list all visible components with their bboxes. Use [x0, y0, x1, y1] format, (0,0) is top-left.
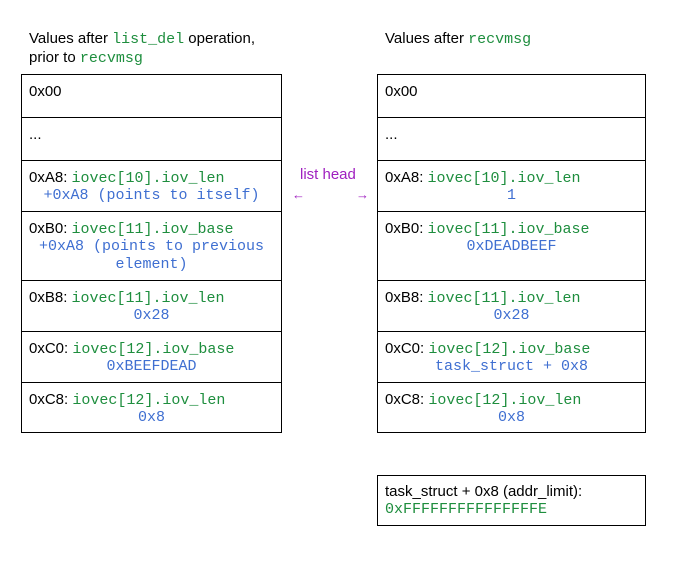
memory-row: 0xA8: iovec[10].iov_len +0xA8 (points to…	[22, 160, 281, 212]
memory-row: 0xC8: iovec[12].iov_len 0x8	[378, 382, 645, 432]
row-address: 0xC8:	[29, 391, 73, 408]
row-value: 1	[506, 187, 516, 204]
row-field: iovec[12].iov_len	[428, 392, 582, 409]
row-value: task_struct + 0x8	[434, 358, 589, 375]
memory-row: 0xB0: iovec[11].iov_base +0xA8 (points t…	[22, 211, 281, 281]
row-address: 0xC0:	[385, 340, 429, 357]
memory-row: ...	[22, 117, 281, 160]
row-field: iovec[11].iov_base	[71, 221, 234, 238]
memory-row: ...	[378, 117, 645, 160]
heading-left-code: list_del	[112, 31, 185, 48]
row-address: ...	[29, 126, 42, 143]
row-value: 0x8	[497, 409, 525, 426]
memory-row: 0x00	[378, 75, 645, 118]
row-field: iovec[12].iov_len	[72, 392, 226, 409]
list-head-label: list head	[300, 166, 356, 183]
row-field: iovec[11].iov_len	[427, 290, 581, 307]
row-address: 0xB0:	[29, 220, 72, 237]
row-field: iovec[12].iov_base	[72, 341, 235, 358]
row-field: iovec[10].iov_len	[427, 170, 581, 187]
row-value-line2: element)	[115, 256, 188, 273]
memory-table-left: 0x00 ... 0xA8: iovec[10].iov_len +0xA8 (…	[21, 74, 282, 433]
row-value: 0xDEADBEEF	[466, 238, 557, 255]
row-value: 0xBEEFDEAD	[106, 358, 197, 375]
row-value: +0xA8 (points to itself)	[43, 187, 260, 204]
row-address: 0xB0:	[385, 220, 428, 237]
addr-limit-box: task_struct + 0x8 (addr_limit): 0xFFFFFF…	[377, 475, 646, 526]
heading-left-line2-prefix: prior to	[29, 49, 80, 66]
memory-row: 0xC0: iovec[12].iov_base task_struct + 0…	[378, 331, 645, 383]
row-address: 0xB8:	[385, 289, 428, 306]
row-address: ...	[385, 126, 398, 143]
row-value: 0x28	[493, 307, 530, 324]
memory-row: 0x00	[22, 75, 281, 118]
row-field: iovec[12].iov_base	[428, 341, 591, 358]
heading-right-code: recvmsg	[468, 31, 532, 48]
row-address: 0x00	[385, 83, 418, 100]
heading-left-line2-code: recvmsg	[79, 50, 143, 67]
addr-limit-value: 0xFFFFFFFFFFFFFFFE	[385, 501, 548, 518]
row-field: iovec[10].iov_len	[71, 170, 225, 187]
memory-row: 0xB0: iovec[11].iov_base 0xDEADBEEF	[378, 211, 645, 281]
memory-table-right: 0x00 ... 0xA8: iovec[10].iov_len 1 0xB0:…	[377, 74, 646, 433]
row-value-line1: +0xA8 (points to previous	[38, 238, 265, 255]
heading-left: Values after list_del operation, prior t…	[29, 30, 279, 68]
heading-right: Values after recvmsg	[385, 30, 635, 49]
row-address: 0x00	[29, 83, 62, 100]
memory-row: 0xC0: iovec[12].iov_base 0xBEEFDEAD	[22, 331, 281, 383]
row-address: 0xA8:	[29, 169, 72, 186]
row-field: iovec[11].iov_len	[71, 290, 225, 307]
heading-right-prefix: Values after	[385, 30, 469, 47]
memory-row: 0xB8: iovec[11].iov_len 0x28	[378, 280, 645, 332]
row-address: 0xA8:	[385, 169, 428, 186]
row-address: 0xC0:	[29, 340, 73, 357]
memory-row: 0xB8: iovec[11].iov_len 0x28	[22, 280, 281, 332]
row-value: 0x28	[133, 307, 170, 324]
addr-limit-label: task_struct + 0x8 (addr_limit):	[385, 483, 583, 500]
row-field: iovec[11].iov_base	[427, 221, 590, 238]
memory-row: 0xC8: iovec[12].iov_len 0x8	[22, 382, 281, 432]
row-address: 0xC8:	[385, 391, 429, 408]
row-address: 0xB8:	[29, 289, 72, 306]
row-value: +0xA8 (points to previous element)	[22, 238, 281, 274]
heading-left-suffix: operation,	[184, 30, 256, 47]
row-value: 0x8	[137, 409, 165, 426]
heading-left-prefix: Values after	[29, 30, 113, 47]
arrow-left-icon: ←	[292, 187, 305, 202]
arrow-right-icon: →	[356, 187, 369, 202]
memory-row: 0xA8: iovec[10].iov_len 1	[378, 160, 645, 212]
